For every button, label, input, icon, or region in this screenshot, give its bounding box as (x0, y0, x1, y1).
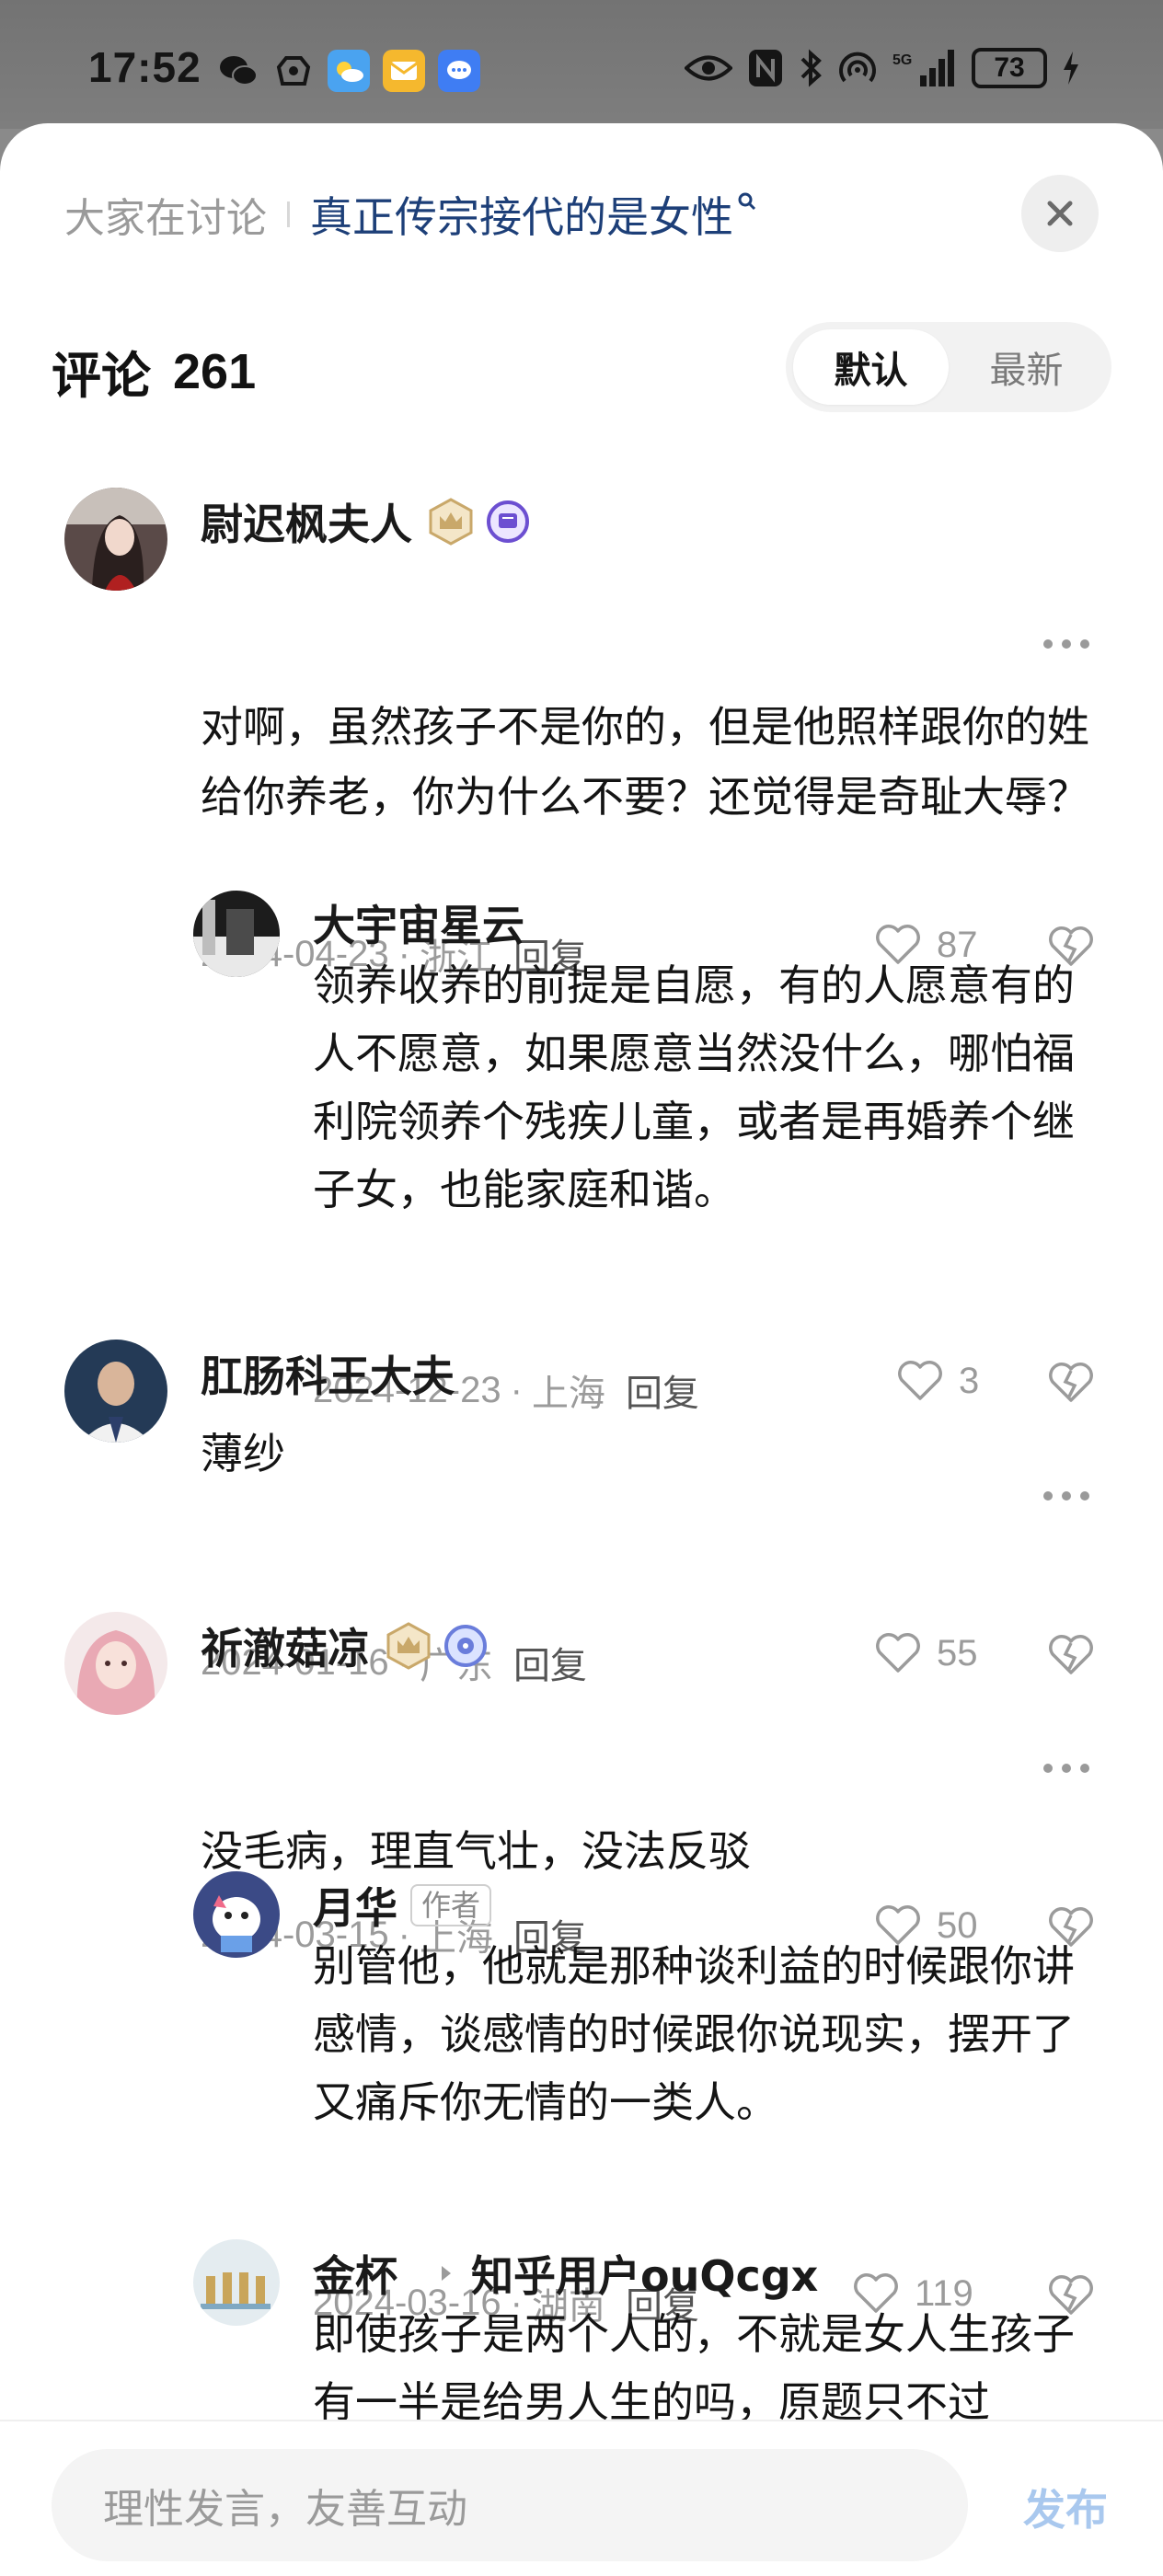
nfc-icon (749, 50, 782, 86)
mail-icon (383, 50, 425, 92)
comments-sheet: 大家在讨论 真正传宗接代的是女性 评论 261 默认 最新 尉迟枫夫人 对啊，虽… (0, 123, 1163, 2576)
message-icon (438, 50, 480, 92)
signal-icon: 5G (892, 50, 954, 86)
publish-button[interactable]: 发布 (1023, 2477, 1108, 2537)
comment-input-bar: 理性发言，友善互动 发布 (0, 2420, 1163, 2576)
status-bar: 17:52 5G 73 (0, 0, 1163, 129)
eye-icon (685, 55, 732, 81)
hand-icon (272, 50, 315, 92)
system-icons: 5G 73 (685, 48, 1080, 88)
user-name[interactable]: 金杯 (313, 2243, 397, 2304)
reply-to-user[interactable]: 知乎用户ouQcgx (471, 2243, 818, 2304)
bluetooth-icon (800, 49, 822, 87)
reply-arrow-icon (442, 2266, 451, 2281)
wechat-icon (217, 50, 259, 92)
charging-icon (1064, 52, 1078, 85)
hotspot-icon (839, 52, 876, 83)
comment-input[interactable]: 理性发言，友善互动 (52, 2449, 968, 2561)
svg-text:5G: 5G (892, 52, 912, 68)
reply-item: 金杯 知乎用户ouQcgx 即使孩子是两个人的，不就是女人生孩子有一半是给男人生… (0, 123, 1163, 2420)
weather-icon (328, 50, 370, 92)
comment-text: 即使孩子是两个人的，不就是女人生孩子有一半是给男人生的吗，原题只不过 (313, 2309, 1075, 2420)
avatar[interactable] (193, 2239, 280, 2326)
status-time: 17:52 (88, 43, 202, 91)
battery-indicator: 73 (972, 48, 1047, 88)
notification-icons (217, 50, 480, 92)
